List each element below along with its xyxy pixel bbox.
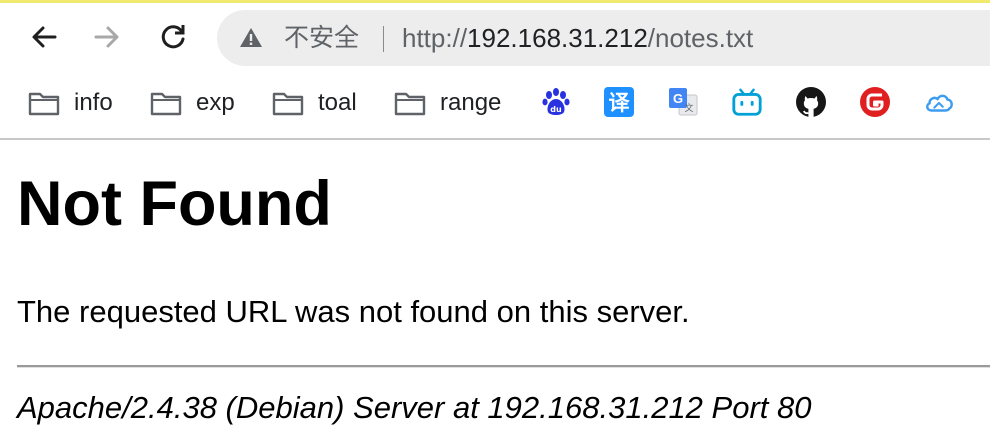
svg-text:文: 文 bbox=[684, 102, 693, 114]
page-title: Not Found bbox=[17, 169, 332, 239]
google-translate-icon: G 文 bbox=[669, 88, 698, 116]
bookmark-baidu[interactable]: du bbox=[540, 86, 572, 118]
bookmark-folder-info[interactable]: info bbox=[28, 86, 113, 120]
back-button[interactable] bbox=[26, 19, 62, 55]
bookmark-folder-label: range bbox=[440, 89, 502, 116]
svg-text:du: du bbox=[550, 105, 562, 114]
github-icon bbox=[796, 87, 826, 117]
bookmark-gitee[interactable] bbox=[859, 86, 891, 118]
translate-icon: 译 bbox=[604, 87, 634, 117]
bookmark-folder-range[interactable]: range bbox=[394, 86, 501, 120]
bookmark-google-translate[interactable]: G 文 bbox=[667, 86, 699, 118]
back-arrow-icon bbox=[32, 26, 57, 48]
folder-icon bbox=[150, 92, 182, 116]
folder-icon bbox=[394, 92, 426, 116]
forward-button[interactable] bbox=[89, 19, 125, 55]
browser-toolbar: 不安全 http://192.168.31.212/notes.txt bbox=[0, 3, 990, 69]
bookmark-folder-label: info bbox=[74, 89, 113, 116]
folder-icon bbox=[28, 92, 60, 116]
url-scheme: http:// bbox=[402, 23, 468, 53]
folder-icon bbox=[272, 92, 304, 116]
url-path: /notes.txt bbox=[647, 23, 754, 53]
bookmark-bilibili[interactable] bbox=[731, 86, 763, 118]
bookmark-github[interactable] bbox=[795, 86, 827, 118]
forward-arrow-icon bbox=[94, 26, 119, 48]
page-content: Not Found The requested URL was not foun… bbox=[0, 140, 990, 444]
bookmarks-bar: info exp toal range du 译 G 文 bbox=[0, 69, 990, 137]
bookmark-folder-label: toal bbox=[318, 89, 357, 116]
svg-text:译: 译 bbox=[609, 91, 631, 115]
svg-text:G: G bbox=[673, 91, 683, 106]
bilibili-icon bbox=[732, 88, 762, 116]
cloud-icon bbox=[926, 94, 953, 112]
bookmark-folder-label: exp bbox=[196, 89, 235, 116]
gitee-icon bbox=[860, 87, 890, 117]
server-signature: Apache/2.4.38 (Debian) Server at 192.168… bbox=[17, 390, 812, 425]
bookmark-translate[interactable]: 译 bbox=[603, 86, 635, 118]
bookmark-folder-exp[interactable]: exp bbox=[150, 86, 235, 120]
bookmark-folder-toal[interactable]: toal bbox=[272, 86, 357, 120]
warning-triangle-icon[interactable] bbox=[239, 26, 263, 50]
security-status-label[interactable]: 不安全 bbox=[284, 22, 359, 54]
horizontal-rule bbox=[17, 365, 990, 368]
url-host: 192.168.31.212 bbox=[467, 23, 648, 53]
address-bar[interactable]: 不安全 http://192.168.31.212/notes.txt bbox=[217, 10, 990, 66]
url-text[interactable]: http://192.168.31.212/notes.txt bbox=[402, 22, 753, 54]
omnibox-divider bbox=[383, 26, 384, 52]
baidu-icon: du bbox=[542, 88, 570, 115]
bookmark-cloud[interactable] bbox=[923, 86, 955, 118]
error-message: The requested URL was not found on this … bbox=[17, 294, 690, 329]
reload-button[interactable] bbox=[155, 19, 191, 55]
reload-icon bbox=[161, 25, 185, 49]
